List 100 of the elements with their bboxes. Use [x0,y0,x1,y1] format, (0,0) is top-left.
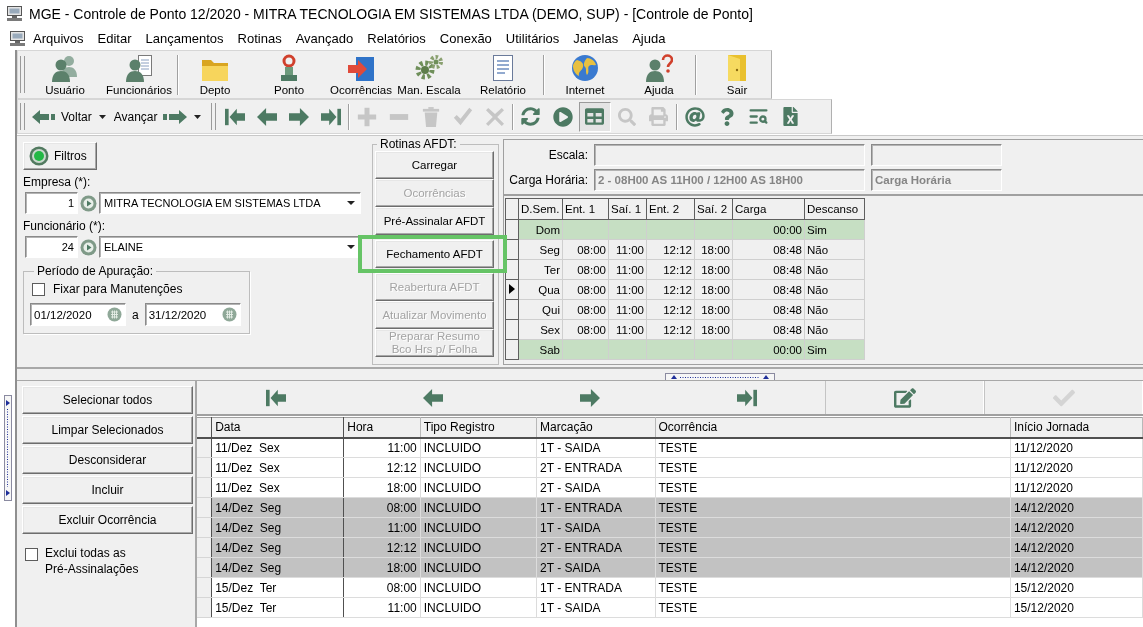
forward-button[interactable]: Avançar [109,102,191,131]
checkbox-label: Fixar para Manutenções [53,281,183,297]
record-action-button[interactable] [825,381,984,414]
toolbar-button[interactable]: Ajuda [624,51,694,98]
date-field[interactable]: 31/12/2020 [144,303,241,326]
company-combo[interactable]: MITRA TECNOLOGIA EM SISTEMAS LTDA [99,192,361,214]
trash-icon [421,106,440,127]
bar-arrow-left-icon [264,387,287,408]
column-header[interactable]: Ocorrência [655,417,1011,438]
grid-icon [585,107,604,126]
menu-item[interactable]: Utilitários [498,30,567,47]
plus-icon [356,106,377,127]
action-button[interactable]: Desconsiderar [22,446,193,474]
status-light-icon [29,146,49,166]
menu-item[interactable]: Lançamentos [138,30,231,47]
action-button[interactable]: Incluir [22,476,193,504]
checkbox[interactable] [32,282,45,296]
column-header[interactable]: Hora [343,417,421,438]
column-header: Saí. 1 [608,198,647,220]
menu-item[interactable]: Ajuda [625,30,673,47]
afdt-button[interactable]: Carregar [375,151,494,179]
computer-icon [9,30,26,47]
field-label: Funcionário (*): [23,219,106,233]
group-title: Rotinas AFDT: [379,137,458,151]
tool-button[interactable] [578,101,611,132]
caret-icon [99,114,107,119]
arrow-left-icon [421,387,444,408]
afdt-button[interactable]: Fechamento AFDT [375,240,494,268]
toolbar-button[interactable]: Internet [546,51,624,98]
action-button[interactable]: Selecionar todos [22,386,193,414]
dropdown-arrow-icon[interactable] [347,245,355,249]
menu-item[interactable]: Relatórios [360,30,433,47]
field-label: Escala: [547,148,588,162]
column-header: Saí. 2 [694,198,733,220]
employee-combo[interactable]: ELAINE [99,236,361,258]
minus-icon [388,113,409,120]
caret-icon [194,114,201,119]
filters-button[interactable]: Filtros [23,142,97,170]
code-field[interactable]: 1 [25,192,78,214]
edit-icon [893,386,916,409]
globe-icon [571,53,599,82]
group-title: Período de Apuração: [36,264,155,278]
toolbar-button[interactable]: Funcionários [102,51,176,98]
bar-arrow-right-icon [319,106,342,127]
menu-item[interactable]: Rotinas [230,30,289,47]
menu-item[interactable]: Janelas [566,30,626,47]
menu-item[interactable]: Avançado [288,30,361,47]
toolbar-button[interactable]: Ocorrências [328,51,394,98]
splitter-handle[interactable] [4,395,12,501]
arrow-right-icon [578,387,601,408]
menu-item[interactable]: Editar [90,30,139,47]
refresh-icon [521,107,540,126]
calendar-icon[interactable] [107,307,122,322]
window-title: MGE - Controle de Ponto 12/2020 - MITRA TECNOLOGIA EM SISTEMAS LTDA (DEMO, SUP) - [Controle de Ponto] [29,5,753,22]
column-header[interactable]: Tipo Registro [420,417,537,438]
check-icon [452,106,473,127]
list-search-icon [748,106,769,127]
back-button[interactable]: Voltar [28,102,96,131]
gears-icon [414,53,444,82]
person-question-icon [645,53,673,82]
dropdown-arrow-icon[interactable] [347,201,355,205]
date-field[interactable]: 01/12/2020 [30,303,126,326]
workload-field: Carga Horária [871,169,1002,191]
bar-arrow-right-icon [735,387,758,408]
splitter-handle[interactable] [665,373,775,381]
toolbar-button[interactable]: Relatório [464,51,542,98]
checkbox[interactable] [25,548,38,561]
field-label: Empresa (*): [23,175,91,189]
column-header: Ent. 1 [562,198,609,220]
toolbar-button[interactable]: Depto [180,51,250,98]
document-icon [492,53,514,82]
range-separator: a [132,307,139,322]
arrow-left-icon [255,106,278,127]
at-sign-icon [684,106,705,127]
column-header[interactable]: Marcação [536,417,656,438]
arrow-right-icon [162,109,187,124]
stamp-icon [278,53,300,82]
code-field[interactable]: 24 [25,236,78,258]
x-icon [485,107,504,126]
action-button[interactable]: Excluir Ocorrência [22,506,193,534]
toolbar-button[interactable]: Sair [698,51,776,98]
menu-item[interactable]: Arquivos [26,30,91,47]
workload-field: 2 - 08H00 AS 11H00 / 12H00 AS 18H00 [594,169,865,191]
computer-icon [6,5,23,22]
search-icon [617,107,636,126]
checkbox-label: Exclui todas as Pré-Assinalações [45,545,140,577]
column-header: Descanso [804,198,865,220]
printer-icon [649,107,668,126]
arrow-left-icon [32,109,56,124]
toolbar-button[interactable]: Usuário [28,51,102,98]
column-header[interactable]: Início Jornada [1010,417,1143,438]
column-header[interactable]: Data [211,417,344,438]
menu-item[interactable]: Conexão [432,30,499,47]
action-button[interactable]: Limpar Selecionados [22,416,193,444]
toolbar-button[interactable]: Man. Escala [394,51,464,98]
afdt-button[interactable]: Pré-Assinalar AFDT [375,207,494,235]
toolbar-button[interactable]: Ponto [250,51,328,98]
arrow-square-icon [347,55,375,82]
people-icon [51,53,79,82]
calendar-icon[interactable] [221,307,237,322]
